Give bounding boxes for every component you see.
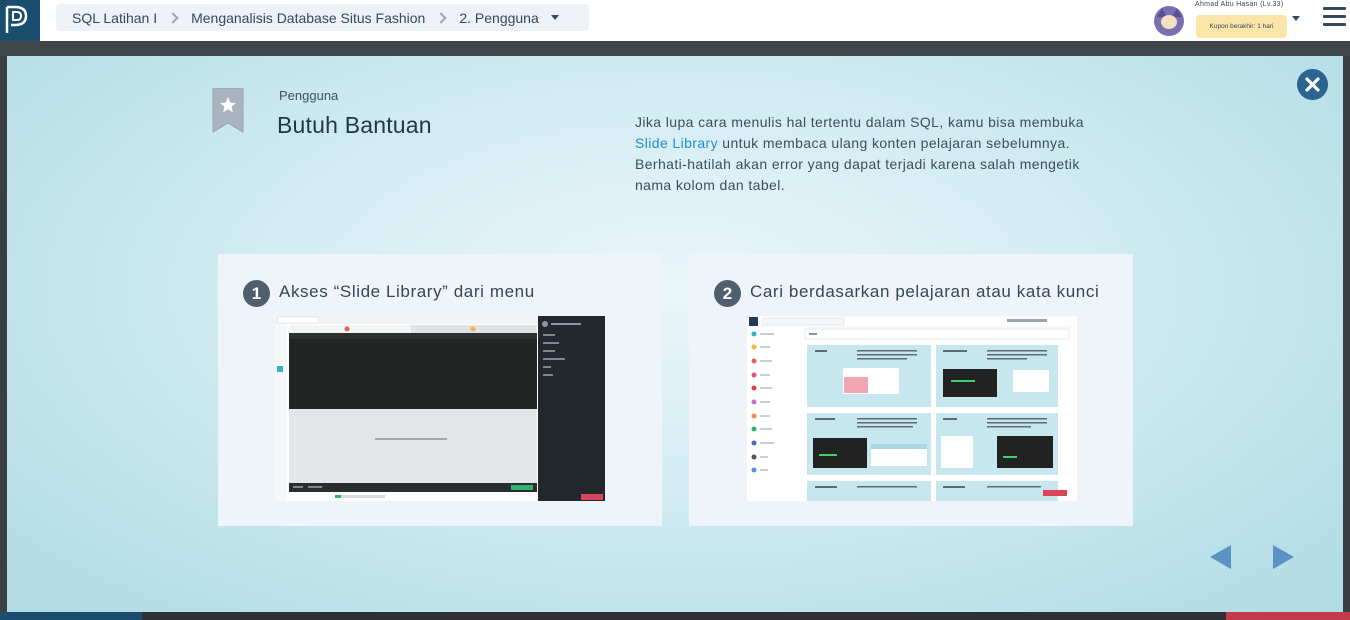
background-page-bottom (0, 612, 1350, 620)
breadcrumb: SQL Latihan I Menganalisis Database Situ… (56, 4, 589, 31)
background-page (0, 41, 1350, 56)
screenshot-search (747, 316, 1077, 501)
user-menu[interactable]: Ahmad Abu Hasan (Lv.33) Kupon berakhir: … (1154, 0, 1304, 41)
screenshot-menu (275, 316, 605, 501)
slide-title: Butuh Bantuan (277, 112, 432, 138)
top-header: SQL Latihan I Menganalisis Database Situ… (0, 0, 1350, 41)
hamburger-menu-icon[interactable] (1323, 7, 1347, 29)
chevron-right-icon (435, 11, 448, 24)
slide-modal: Pengguna Butuh Bantuan Jika lupa cara me… (7, 56, 1343, 612)
slide-intro: Jika lupa cara menulis hal tertentu dala… (635, 112, 1105, 196)
chevron-right-icon (167, 11, 179, 24)
slide-kicker: Pengguna (279, 88, 339, 103)
breadcrumb-lesson[interactable]: Menganalisis Database Situs Fashion (191, 10, 425, 26)
slide-library-link[interactable]: Slide Library (635, 135, 718, 151)
caret-down-icon[interactable] (550, 15, 559, 20)
star-bookmark-icon (212, 87, 244, 133)
intro-text-before: Jika lupa cara menulis hal tertentu dala… (635, 114, 1084, 130)
user-name: Ahmad Abu Hasan (Lv.33) (1195, 1, 1284, 8)
caret-down-icon[interactable] (1292, 16, 1300, 21)
close-button[interactable] (1297, 69, 1328, 100)
next-arrow-icon[interactable] (1273, 545, 1294, 569)
breadcrumb-course[interactable]: SQL Latihan I (72, 10, 157, 26)
avatar[interactable] (1154, 6, 1184, 36)
background-page-bottom-right (1226, 612, 1350, 620)
step-label-1: Akses “Slide Library” dari menu (279, 282, 535, 301)
step-label-2: Cari berdasarkan pelajaran atau kata kun… (750, 282, 1100, 301)
step-card-1: 1 Akses “Slide Library” dari menu (218, 254, 662, 526)
prev-arrow-icon[interactable] (1210, 545, 1231, 569)
close-icon (1305, 77, 1320, 92)
background-page-bottom-left (0, 612, 142, 620)
step-number-1: 1 (243, 280, 270, 307)
breadcrumb-slide[interactable]: 2. Pengguna (459, 10, 538, 26)
logo-icon[interactable] (0, 0, 40, 41)
step-card-2: 2 Cari berdasarkan pelajaran atau kata k… (689, 254, 1133, 526)
coupon-badge: Kupon berakhir: 1 hari (1196, 15, 1287, 38)
step-number-2: 2 (714, 280, 741, 307)
